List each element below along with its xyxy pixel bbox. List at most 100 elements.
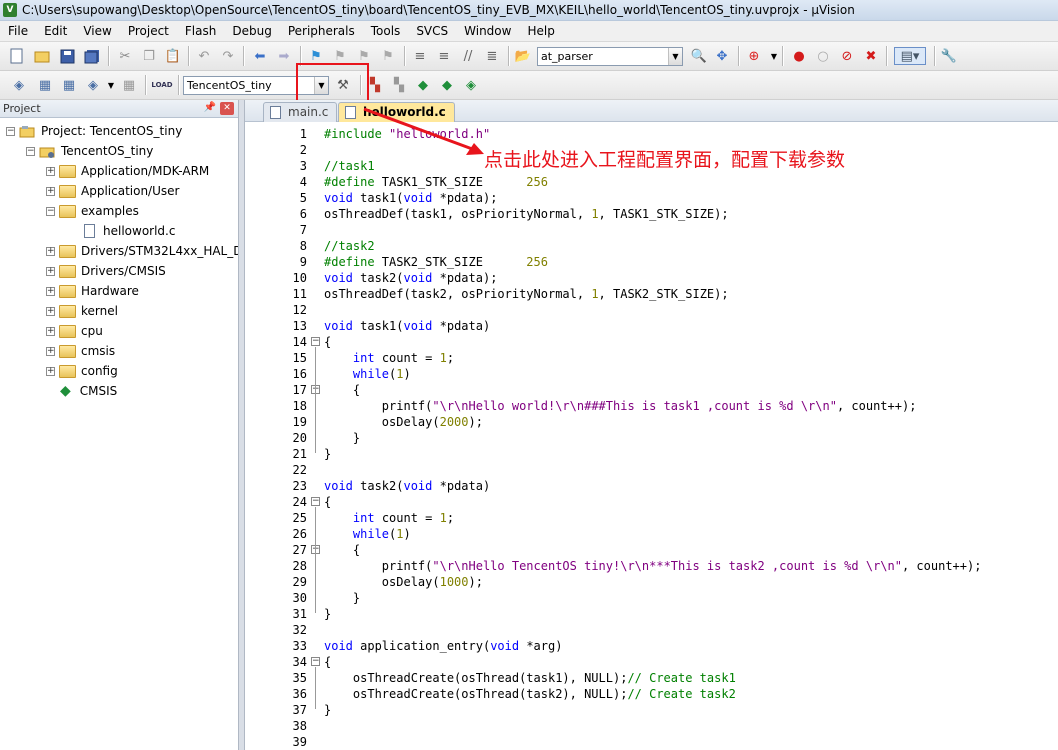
tree-label: Application/MDK-ARM — [81, 164, 210, 178]
close-icon[interactable]: ✕ — [220, 102, 234, 115]
fold-toggle-icon[interactable]: − — [311, 337, 320, 346]
manage-run-time-icon[interactable]: ◆ — [414, 76, 432, 94]
tree-item-target[interactable]: − TencentOS_tiny — [26, 141, 153, 161]
cut-icon[interactable]: ✂ — [116, 47, 134, 65]
menu-project[interactable]: Project — [120, 21, 177, 42]
enable-breakpoint-icon[interactable]: ○ — [814, 47, 832, 65]
code-line: { — [324, 383, 361, 397]
code-line: { — [324, 335, 332, 349]
expand-icon[interactable]: + — [46, 326, 55, 336]
redo-icon[interactable]: ↷ — [219, 47, 237, 65]
line-number: 15 — [292, 351, 307, 365]
expand-icon[interactable]: + — [46, 166, 55, 176]
window-layout-icon[interactable]: ▤▾ — [894, 47, 926, 65]
configure-icon[interactable]: 🔧 — [940, 47, 958, 65]
nav-forward-icon[interactable]: ➡ — [275, 47, 293, 65]
tree-item-group[interactable]: − examples — [46, 201, 139, 221]
find-in-files-icon[interactable]: 📂 — [514, 47, 532, 65]
select-packs-icon[interactable]: ◆ — [438, 76, 456, 94]
expand-icon[interactable]: + — [46, 246, 55, 256]
expand-icon[interactable]: + — [46, 306, 55, 316]
pack-installer-icon[interactable]: ◈ — [462, 76, 480, 94]
menu-view[interactable]: View — [75, 21, 119, 42]
tree-item-group[interactable]: + cmsis — [46, 341, 115, 361]
chevron-down-icon[interactable]: ▼ — [668, 48, 682, 65]
code-line: osThreadCreate(osThread(task2), NULL);//… — [324, 687, 736, 701]
code-line: } — [324, 703, 332, 717]
incremental-find-icon[interactable]: ✥ — [713, 47, 731, 65]
collapse-icon[interactable]: − — [26, 146, 35, 156]
expand-icon[interactable]: + — [46, 266, 55, 276]
tree-item-group[interactable]: + Hardware — [46, 281, 139, 301]
menu-svcs[interactable]: SVCS — [408, 21, 456, 42]
menu-flash[interactable]: Flash — [177, 21, 224, 42]
debug-session-icon[interactable]: ⊕ — [745, 47, 763, 65]
tab-main-c[interactable]: main.c — [263, 102, 338, 122]
line-number: 6 — [299, 207, 307, 221]
tree-item-group[interactable]: + kernel — [46, 301, 118, 321]
menu-file[interactable]: File — [0, 21, 36, 42]
batch-dropdown-icon[interactable]: ▼ — [102, 76, 120, 94]
uncomment-icon[interactable]: ≣ — [483, 47, 501, 65]
manage-multi-project-icon[interactable]: ▚ — [390, 76, 408, 94]
kill-breakpoints-icon[interactable]: ✖ — [862, 47, 880, 65]
insert-breakpoint-icon[interactable]: ● — [790, 47, 808, 65]
undo-icon[interactable]: ↶ — [195, 47, 213, 65]
fold-guide — [315, 667, 316, 709]
build-toolbar: ◈ ▦ ▦ ◈ ▼ ▦ LOAD TencentOS_tiny ▼ ⚒ ▚ ▚ … — [0, 71, 1058, 100]
line-number: 34 — [292, 655, 307, 669]
tree-label: Drivers/CMSIS — [81, 264, 166, 278]
save-icon[interactable] — [58, 47, 76, 65]
menu-tools[interactable]: Tools — [363, 21, 409, 42]
expand-icon[interactable]: + — [46, 186, 55, 196]
find-icon[interactable]: 🔍 — [690, 47, 708, 65]
find-combo[interactable]: at_parser ▼ — [537, 47, 683, 66]
collapse-icon[interactable]: − — [6, 126, 15, 136]
tree-item-file[interactable]: helloworld.c — [84, 221, 175, 241]
open-file-icon[interactable] — [33, 47, 51, 65]
fold-toggle-icon[interactable]: − — [311, 657, 320, 666]
menu-debug[interactable]: Debug — [224, 21, 279, 42]
translate-icon[interactable]: ◈ — [10, 76, 28, 94]
new-file-icon[interactable] — [8, 47, 26, 65]
c-file-icon — [84, 224, 95, 238]
fold-toggle-icon[interactable]: − — [311, 497, 320, 506]
clear-bookmarks-icon[interactable]: ⚑ — [379, 47, 397, 65]
code-line: osThreadDef(task2, osPriorityNormal, 1, … — [324, 287, 729, 301]
rebuild-icon[interactable]: ▦ — [60, 76, 78, 94]
disable-breakpoints-icon[interactable]: ⊘ — [838, 47, 856, 65]
copy-icon[interactable]: ❐ — [140, 47, 158, 65]
unindent-icon[interactable]: ≡ — [435, 47, 453, 65]
tree-item-group[interactable]: + Drivers/CMSIS — [46, 261, 166, 281]
menu-peripherals[interactable]: Peripherals — [280, 21, 363, 42]
expand-icon[interactable]: + — [46, 346, 55, 356]
code-line: } — [324, 447, 332, 461]
expand-icon[interactable]: + — [46, 286, 55, 296]
line-number: 31 — [292, 607, 307, 621]
menu-window[interactable]: Window — [456, 21, 519, 42]
panel-splitter[interactable] — [238, 100, 245, 750]
batch-build-icon[interactable]: ◈ — [84, 76, 102, 94]
expand-icon[interactable]: + — [46, 366, 55, 376]
debug-dropdown-icon[interactable]: ▼ — [765, 47, 783, 65]
save-all-icon[interactable] — [83, 47, 101, 65]
build-icon[interactable]: ▦ — [36, 76, 54, 94]
menu-edit[interactable]: Edit — [36, 21, 75, 42]
indent-icon[interactable]: ≡ — [411, 47, 429, 65]
tree-item-group[interactable]: + cpu — [46, 321, 103, 341]
tree-item-project[interactable]: − Project: TencentOS_tiny — [6, 121, 182, 141]
tree-item-group[interactable]: + Application/MDK-ARM — [46, 161, 209, 181]
project-icon — [19, 125, 35, 137]
stop-build-icon[interactable]: ▦ — [120, 76, 138, 94]
download-icon[interactable]: LOAD — [151, 76, 173, 94]
collapse-icon[interactable]: − — [46, 206, 55, 216]
menu-help[interactable]: Help — [519, 21, 562, 42]
tree-item-group[interactable]: + Application/User — [46, 181, 179, 201]
nav-back-icon[interactable]: ⬅ — [251, 47, 269, 65]
tree-item-group[interactable]: + Drivers/STM32L4xx_HAL_Driv — [46, 241, 238, 261]
tree-item-group[interactable]: + config — [46, 361, 118, 381]
comment-icon[interactable]: // — [459, 47, 477, 65]
pin-icon[interactable]: 📌 — [204, 102, 216, 113]
tree-item-component[interactable]: ◆ CMSIS — [60, 381, 117, 401]
paste-icon[interactable]: 📋 — [164, 47, 182, 65]
